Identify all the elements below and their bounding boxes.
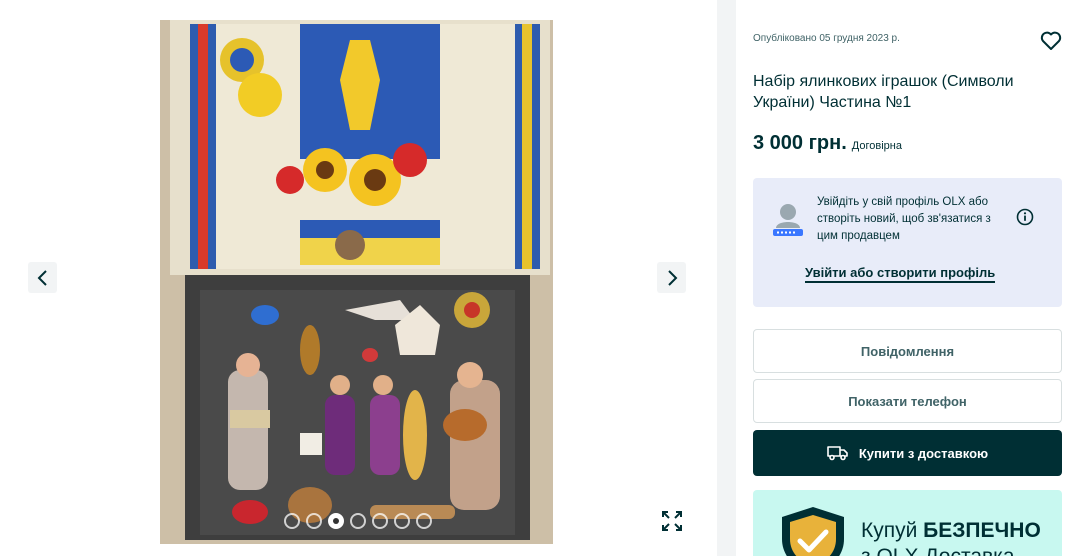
chevron-right-icon: [667, 269, 677, 286]
pagination-dot[interactable]: [350, 513, 366, 529]
price-row: 3 000 грн. Договірна: [753, 132, 902, 155]
shield-check-icon: [782, 507, 844, 556]
pagination-dot[interactable]: [284, 513, 300, 529]
photo-pagination: [284, 513, 432, 529]
login-prompt-text: Увійдіть у свій профіль OLX або створіть…: [817, 196, 991, 242]
pagination-dot[interactable]: [372, 513, 388, 529]
promo-text: Купуй БЕЗПЕЧНО з OLX Доставка: [861, 518, 1041, 556]
login-or-register-link[interactable]: Увійти або створити профіль: [805, 265, 996, 283]
photo-gallery: [0, 0, 717, 556]
expand-icon: [661, 510, 682, 531]
promo-line1-bold: БЕЗПЕЧНО: [923, 519, 1041, 542]
pagination-dot[interactable]: [306, 513, 322, 529]
message-button[interactable]: Повідомлення: [753, 329, 1062, 373]
info-icon[interactable]: [1016, 208, 1034, 226]
fullscreen-button[interactable]: [655, 504, 688, 537]
published-date: Опубліковано 05 грудня 2023 р.: [753, 33, 900, 44]
listing-page: Опубліковано 05 грудня 2023 р. Набір яли…: [0, 0, 1067, 556]
truck-icon: [827, 446, 848, 461]
pagination-dot[interactable]: [416, 513, 432, 529]
user-profile-icon: [773, 204, 803, 236]
favorite-button[interactable]: [1039, 29, 1063, 53]
buy-with-delivery-button[interactable]: Купити з доставкою: [753, 430, 1062, 476]
pagination-dot[interactable]: [394, 513, 410, 529]
promo-line2: з OLX Доставка: [861, 545, 1015, 556]
promo-line1-regular: Купуй: [861, 519, 924, 542]
pagination-dot-active[interactable]: [328, 513, 344, 529]
show-phone-button[interactable]: Показати телефон: [753, 379, 1062, 423]
listing-sidebar: Опубліковано 05 грудня 2023 р. Набір яли…: [736, 0, 1067, 556]
listing-title: Набір ялинкових іграшок (Символи України…: [753, 73, 1014, 111]
price-value: 3 000 грн.: [753, 132, 847, 154]
next-photo-button[interactable]: [657, 262, 686, 293]
price-negotiable: Договірна: [851, 140, 902, 152]
safe-delivery-promo[interactable]: Купуй БЕЗПЕЧНО з OLX Доставка: [753, 490, 1062, 556]
login-prompt-box: Увійдіть у свій профіль OLX або створіть…: [753, 178, 1062, 307]
previous-photo-button[interactable]: [28, 262, 57, 293]
chevron-left-icon: [37, 269, 47, 286]
column-divider: [717, 0, 736, 556]
buy-with-delivery-label: Купити з доставкою: [858, 445, 989, 461]
listing-photo[interactable]: [160, 20, 553, 544]
heart-icon: [1040, 31, 1062, 50]
